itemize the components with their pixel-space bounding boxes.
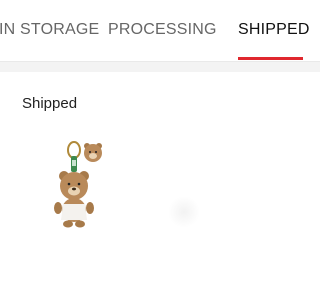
section-title: Shipped <box>22 95 78 112</box>
shipped-item-bear-keychain[interactable] <box>40 138 120 238</box>
tab-processing[interactable]: PROCESSING <box>108 21 217 39</box>
bear-keychain-image <box>54 141 102 228</box>
section-divider <box>0 61 320 72</box>
tab-in-storage[interactable]: IN STORAGE <box>0 21 99 39</box>
tab-shipped[interactable]: SHIPPED <box>238 21 310 39</box>
order-status-tabs: IN STORAGE PROCESSING SHIPPED <box>0 0 320 62</box>
image-placeholder-glow <box>168 196 200 228</box>
active-tab-indicator <box>238 57 303 60</box>
